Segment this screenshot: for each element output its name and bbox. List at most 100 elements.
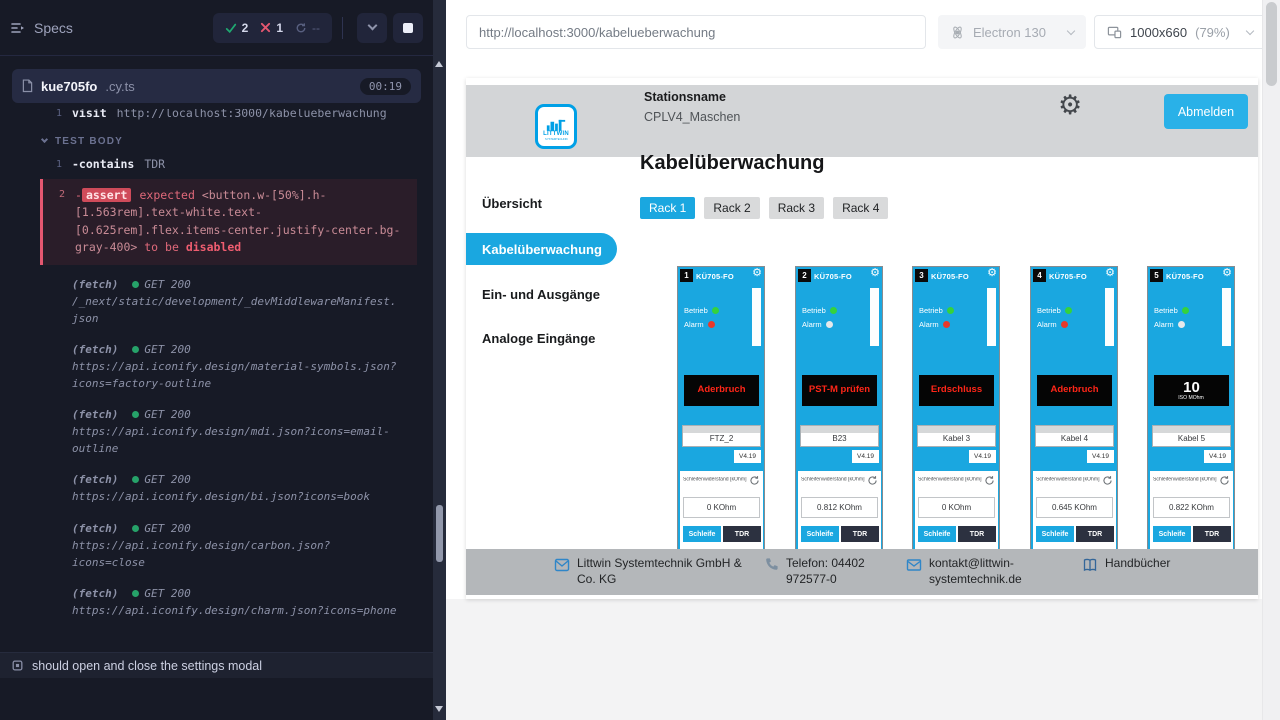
tdr-button[interactable]: TDR <box>723 526 761 542</box>
command-log: 1 visit http://localhost:3000/kabelueber… <box>0 109 433 626</box>
status-ok-dot <box>132 411 139 418</box>
visit-command[interactable]: 1 visit http://localhost:3000/kabelueber… <box>0 109 433 124</box>
betrieb-label: Betrieb <box>1037 306 1061 315</box>
specs-menu-button[interactable]: Specs <box>10 20 73 36</box>
scroll-down-arrow[interactable] <box>435 706 443 712</box>
pending-test-row[interactable]: should open and close the settings modal <box>0 652 433 678</box>
command-name: visit <box>72 109 107 120</box>
status-ok-dot <box>132 590 139 597</box>
browser-selector[interactable]: Electron 130 <box>938 15 1086 49</box>
gear-icon[interactable]: ⚙ <box>1105 268 1115 279</box>
viewport-selector[interactable]: 1000x660 (79%) <box>1094 15 1266 49</box>
footer-email[interactable]: kontakt@littwin-systemtechnik.de <box>906 556 1041 587</box>
status-text: PST-M prüfen <box>809 385 870 395</box>
loop-value: 0.812 KOhm <box>801 497 878 518</box>
footer-manuals[interactable]: Handbücher <box>1082 556 1170 573</box>
tab-rack-3[interactable]: Rack 3 <box>769 197 824 219</box>
assert-expected: expected <box>139 188 194 202</box>
fetch-log-entry[interactable]: (fetch)GET 200 https://api.iconify.desig… <box>0 578 433 626</box>
assert-to-be: to be <box>144 240 179 254</box>
tdr-button[interactable]: TDR <box>1076 526 1114 542</box>
command-arg: TDR <box>144 157 165 171</box>
tdr-button[interactable]: TDR <box>958 526 996 542</box>
contains-command[interactable]: 1 -contains TDR <box>0 153 433 175</box>
sidebar-item-analoge-eingaenge[interactable]: Analoge Eingänge <box>482 331 595 346</box>
fetch-log-entry[interactable]: (fetch)GET 200 https://api.iconify.desig… <box>0 399 433 464</box>
refresh-icon[interactable] <box>1219 475 1230 486</box>
fetch-log-entry[interactable]: (fetch)GET 200 https://api.iconify.desig… <box>0 464 433 512</box>
logout-button[interactable]: Abmelden <box>1164 94 1248 129</box>
reporter-scrollbar[interactable] <box>433 0 446 720</box>
schleife-button[interactable]: Schleife <box>918 526 956 542</box>
refresh-icon[interactable] <box>749 475 760 486</box>
betrieb-led <box>947 307 954 314</box>
sidebar-item-ein-und-ausgaenge[interactable]: Ein- und Ausgänge <box>482 287 600 302</box>
tab-rack-4[interactable]: Rack 4 <box>833 197 888 219</box>
fetch-label: (fetch) <box>72 587 118 600</box>
device-model: KÜ705-FO <box>1166 272 1204 281</box>
tdr-button[interactable]: TDR <box>841 526 879 542</box>
footer-manuals-text: Handbücher <box>1105 556 1170 572</box>
fetch-label: (fetch) <box>72 408 118 421</box>
stop-button[interactable] <box>393 13 423 43</box>
fetch-status: GET 200 <box>144 587 190 600</box>
schleife-button[interactable]: Schleife <box>1036 526 1074 542</box>
gear-icon[interactable]: ⚙ <box>870 268 880 279</box>
skyline-icon <box>545 118 567 131</box>
fetch-log-entry[interactable]: (fetch)GET 200 https://api.iconify.desig… <box>0 334 433 399</box>
scrollbar-thumb[interactable] <box>436 505 443 562</box>
settings-gear-icon[interactable]: ⚙ <box>1058 92 1082 119</box>
spec-header[interactable]: kue705fo.cy.ts 00:19 <box>12 69 421 103</box>
gear-icon[interactable]: ⚙ <box>1222 268 1232 279</box>
schleife-button[interactable]: Schleife <box>801 526 839 542</box>
device-number: 1 <box>680 269 693 282</box>
footer-phone[interactable]: Telefon: 04402 972577-0 <box>764 556 908 587</box>
browser-name: Electron 130 <box>973 25 1046 40</box>
failed-assert-command[interactable]: 2 -assertexpected <button.w-[50%].h-[1.5… <box>40 179 417 265</box>
refresh-icon[interactable] <box>1102 475 1113 486</box>
betrieb-label: Betrieb <box>802 306 826 315</box>
cypress-test-runner: Specs 2 1 -- kue7 <box>0 0 1280 720</box>
device-card: 4 KÜ705-FO ⚙ Betrieb Alarm Aderbruch Kab… <box>1030 266 1118 566</box>
tdr-button[interactable]: TDR <box>1193 526 1231 542</box>
schleife-button[interactable]: Schleife <box>683 526 721 542</box>
alarm-row: Alarm <box>1154 320 1185 329</box>
page-scrollbar[interactable] <box>1262 0 1280 720</box>
logo-subtext: SYSTEMTECHNIK <box>545 138 568 141</box>
status-display: PST-M prüfen <box>802 375 877 406</box>
url-input[interactable]: http://localhost:3000/kabelueberwachung <box>466 15 926 49</box>
schleife-button[interactable]: Schleife <box>1153 526 1191 542</box>
sidebar-item-kabelueberwachung[interactable]: Kabelüberwachung <box>466 233 617 265</box>
section-label: TEST BODY <box>55 136 123 147</box>
footer-email-text: kontakt@littwin-systemtechnik.de <box>929 556 1041 587</box>
refresh-icon[interactable] <box>984 475 995 486</box>
chevron-down-icon <box>1246 26 1254 34</box>
fetch-log-entry[interactable]: (fetch)GET 200 https://api.iconify.desig… <box>0 513 433 578</box>
sidebar-item-uebersicht[interactable]: Übersicht <box>482 196 542 211</box>
alarm-led <box>1178 321 1185 328</box>
fetch-log-entry[interactable]: (fetch)GET 200 /_next/static/development… <box>0 269 433 334</box>
alarm-row: Alarm <box>1037 320 1068 329</box>
loop-value: 0.822 KOhm <box>1153 497 1230 518</box>
test-body-section[interactable]: TEST BODY <box>0 124 433 153</box>
scroll-up-arrow[interactable] <box>435 61 443 67</box>
fetch-status: GET 200 <box>144 473 190 486</box>
betrieb-row: Betrieb <box>802 306 837 315</box>
tab-rack-1[interactable]: Rack 1 <box>640 197 695 219</box>
refresh-icon[interactable] <box>867 475 878 486</box>
tab-rack-2[interactable]: Rack 2 <box>704 197 759 219</box>
status-display: Aderbruch <box>684 375 759 406</box>
status-ok-dot <box>132 476 139 483</box>
gear-icon[interactable]: ⚙ <box>752 268 762 279</box>
collapse-reporter-button[interactable] <box>357 13 387 43</box>
device-model: KÜ705-FO <box>1049 272 1087 281</box>
command-number <box>40 406 72 457</box>
scrollbar-thumb[interactable] <box>1266 2 1277 86</box>
command-dash: - <box>75 188 82 202</box>
cable-name: B23 <box>800 425 879 447</box>
gear-icon[interactable]: ⚙ <box>987 268 997 279</box>
fetch-url: https://api.iconify.design/mdi.json?icon… <box>72 425 390 455</box>
level-indicator <box>1222 288 1231 346</box>
level-indicator <box>1105 288 1114 346</box>
device-card: 5 KÜ705-FO ⚙ Betrieb Alarm 10 ISO MOhm K… <box>1147 266 1235 566</box>
